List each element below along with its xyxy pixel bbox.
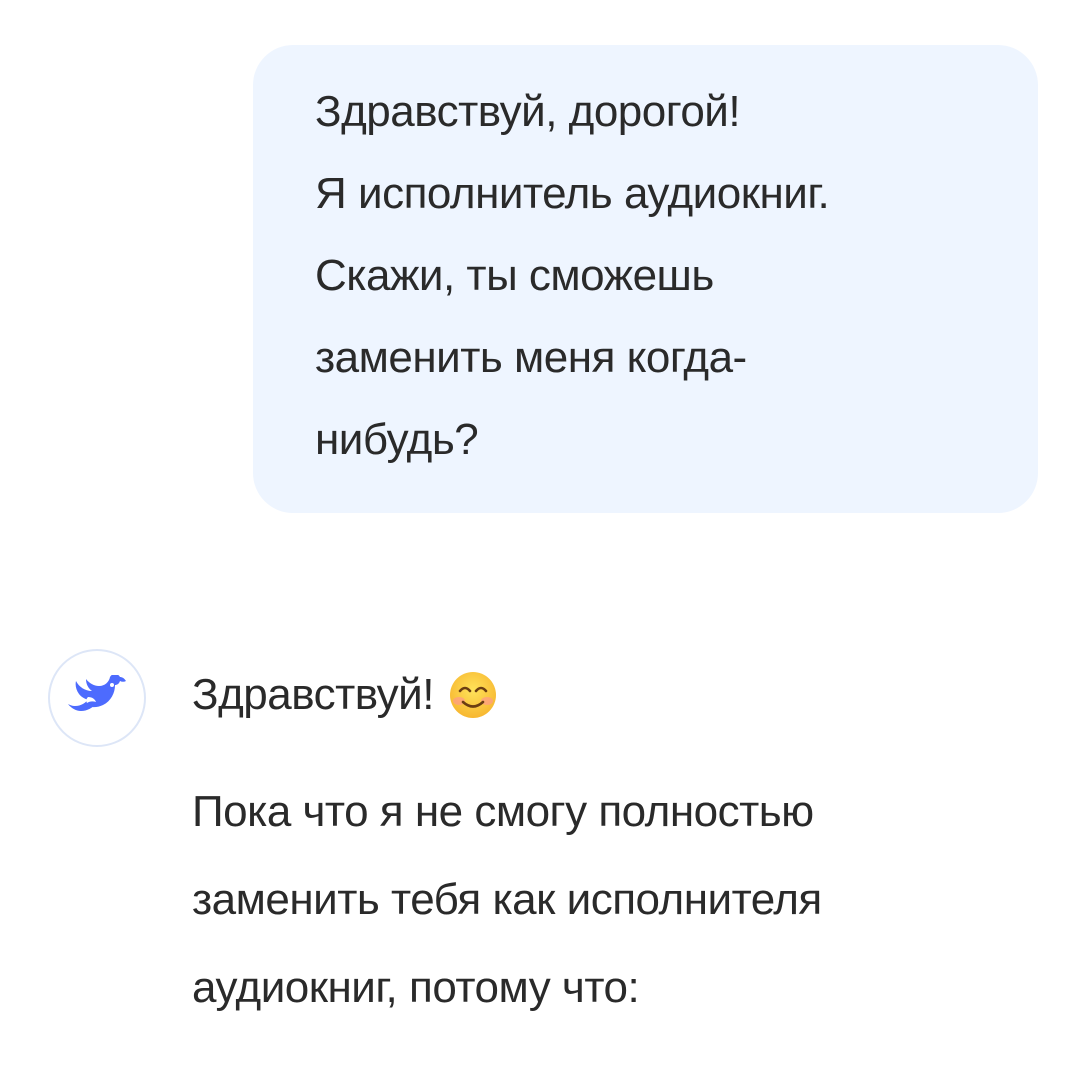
smiling-face-icon bbox=[449, 672, 496, 718]
assistant-message: Здравствуй! Пока что я не смогу полность… bbox=[192, 660, 1052, 1032]
user-message-line: нибудь? bbox=[315, 415, 479, 464]
whale-logo-icon bbox=[68, 675, 126, 711]
assistant-reply-line: заменить тебя как исполнителя bbox=[192, 875, 822, 924]
user-message-line: заменить меня когда- bbox=[315, 333, 747, 382]
assistant-avatar bbox=[48, 649, 146, 747]
chat-thread: Здравствуй, дорогой! Я исполнитель аудио… bbox=[0, 0, 1084, 1078]
assistant-greeting: Здравствуй! bbox=[192, 660, 1052, 730]
user-message-line: Здравствуй, дорогой! bbox=[315, 87, 741, 136]
assistant-reply-line: аудиокниг, потому что: bbox=[192, 963, 640, 1012]
assistant-reply: Пока что я не смогу полностью заменить т… bbox=[192, 768, 1052, 1032]
user-message-line: Я исполнитель аудиокниг. bbox=[315, 169, 830, 218]
assistant-reply-line: Пока что я не смогу полностью bbox=[192, 787, 814, 836]
user-message-bubble[interactable]: Здравствуй, дорогой! Я исполнитель аудио… bbox=[253, 45, 1038, 513]
user-message-line: Скажи, ты сможешь bbox=[315, 251, 714, 300]
assistant-greeting-text: Здравствуй! bbox=[192, 670, 434, 719]
